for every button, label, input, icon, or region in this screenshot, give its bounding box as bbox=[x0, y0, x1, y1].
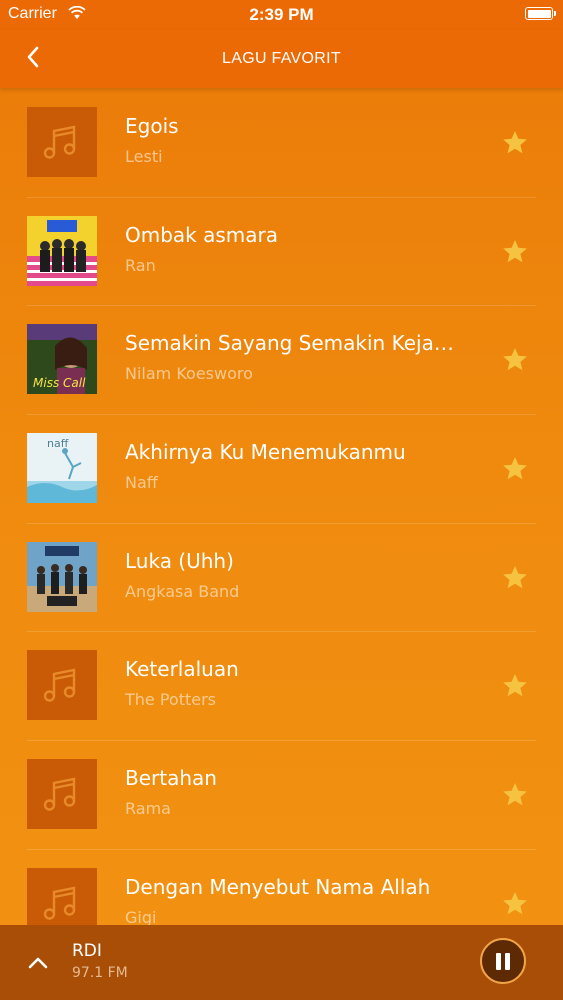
page-title: LAGU FAVORIT bbox=[222, 50, 341, 67]
star-icon[interactable] bbox=[501, 455, 529, 482]
star-icon[interactable] bbox=[501, 238, 529, 265]
song-title: Luka (Uhh) bbox=[125, 548, 234, 573]
cover-text: Miss Call bbox=[33, 376, 86, 390]
song-row[interactable]: Miss Call Semakin Sayang Semakin Kejam… … bbox=[0, 305, 563, 414]
station-frequency: 97.1 FM bbox=[72, 965, 128, 981]
song-artist: Ran bbox=[125, 255, 156, 275]
song-row[interactable]: Ombak asmara Ran bbox=[0, 196, 563, 306]
cover-text: naff bbox=[47, 437, 69, 450]
song-row[interactable]: Egois Lesti bbox=[0, 88, 563, 197]
song-artist: Gigi bbox=[125, 907, 157, 927]
music-note-icon bbox=[27, 107, 97, 177]
song-artist: The Potters bbox=[125, 690, 217, 710]
battery-icon bbox=[525, 7, 556, 20]
song-title: Akhirnya Ku Menemukanmu bbox=[125, 440, 406, 465]
song-artist: Lesti bbox=[125, 147, 163, 166]
now-playing-bar[interactable]: RDI 97.1 FM bbox=[0, 925, 563, 1000]
song-artist: Angkasa Band bbox=[125, 581, 240, 601]
star-icon[interactable] bbox=[501, 129, 529, 156]
album-cover: Miss Call bbox=[27, 324, 97, 395]
star-icon[interactable] bbox=[501, 346, 529, 373]
album-cover bbox=[27, 541, 97, 612]
song-artist: Naff bbox=[125, 473, 158, 493]
song-row[interactable]: Keterlaluan The Potters bbox=[0, 631, 563, 740]
song-row[interactable]: Luka (Uhh) Angkasa Band bbox=[0, 522, 563, 632]
album-cover bbox=[27, 215, 97, 286]
pause-icon bbox=[496, 953, 501, 970]
navigation-bar: LAGU FAVORIT bbox=[0, 30, 563, 88]
station-name: RDI bbox=[72, 941, 102, 961]
song-row[interactable]: Bertahan Rama bbox=[0, 740, 563, 849]
music-note-icon bbox=[27, 650, 97, 721]
star-icon[interactable] bbox=[501, 781, 529, 808]
star-icon[interactable] bbox=[501, 564, 529, 591]
album-cover: naff bbox=[27, 433, 97, 504]
song-title: Egois bbox=[125, 114, 179, 138]
status-time: 2:39 PM bbox=[249, 5, 314, 24]
chevron-up-icon[interactable] bbox=[26, 953, 50, 971]
music-note-icon bbox=[27, 759, 97, 830]
favorite-songs-list: Egois Lesti Ombak asmara Ran Miss Call S… bbox=[0, 88, 563, 958]
song-title: Dengan Menyebut Nama Allah bbox=[125, 874, 431, 899]
song-title: Semakin Sayang Semakin Kejam… bbox=[125, 331, 465, 356]
song-artist: Nilam Koesworo bbox=[125, 364, 253, 384]
song-title: Keterlaluan bbox=[125, 657, 239, 682]
pause-button[interactable] bbox=[480, 938, 526, 984]
status-bar: Carrier 2:39 PM bbox=[0, 0, 563, 30]
song-artist: Rama bbox=[125, 799, 171, 819]
star-icon[interactable] bbox=[501, 672, 529, 699]
song-title: Ombak asmara bbox=[125, 222, 279, 247]
song-title: Bertahan bbox=[125, 766, 217, 791]
song-row[interactable]: naff Akhirnya Ku Menemukanmu Naff bbox=[0, 414, 563, 523]
star-icon[interactable] bbox=[501, 890, 529, 917]
